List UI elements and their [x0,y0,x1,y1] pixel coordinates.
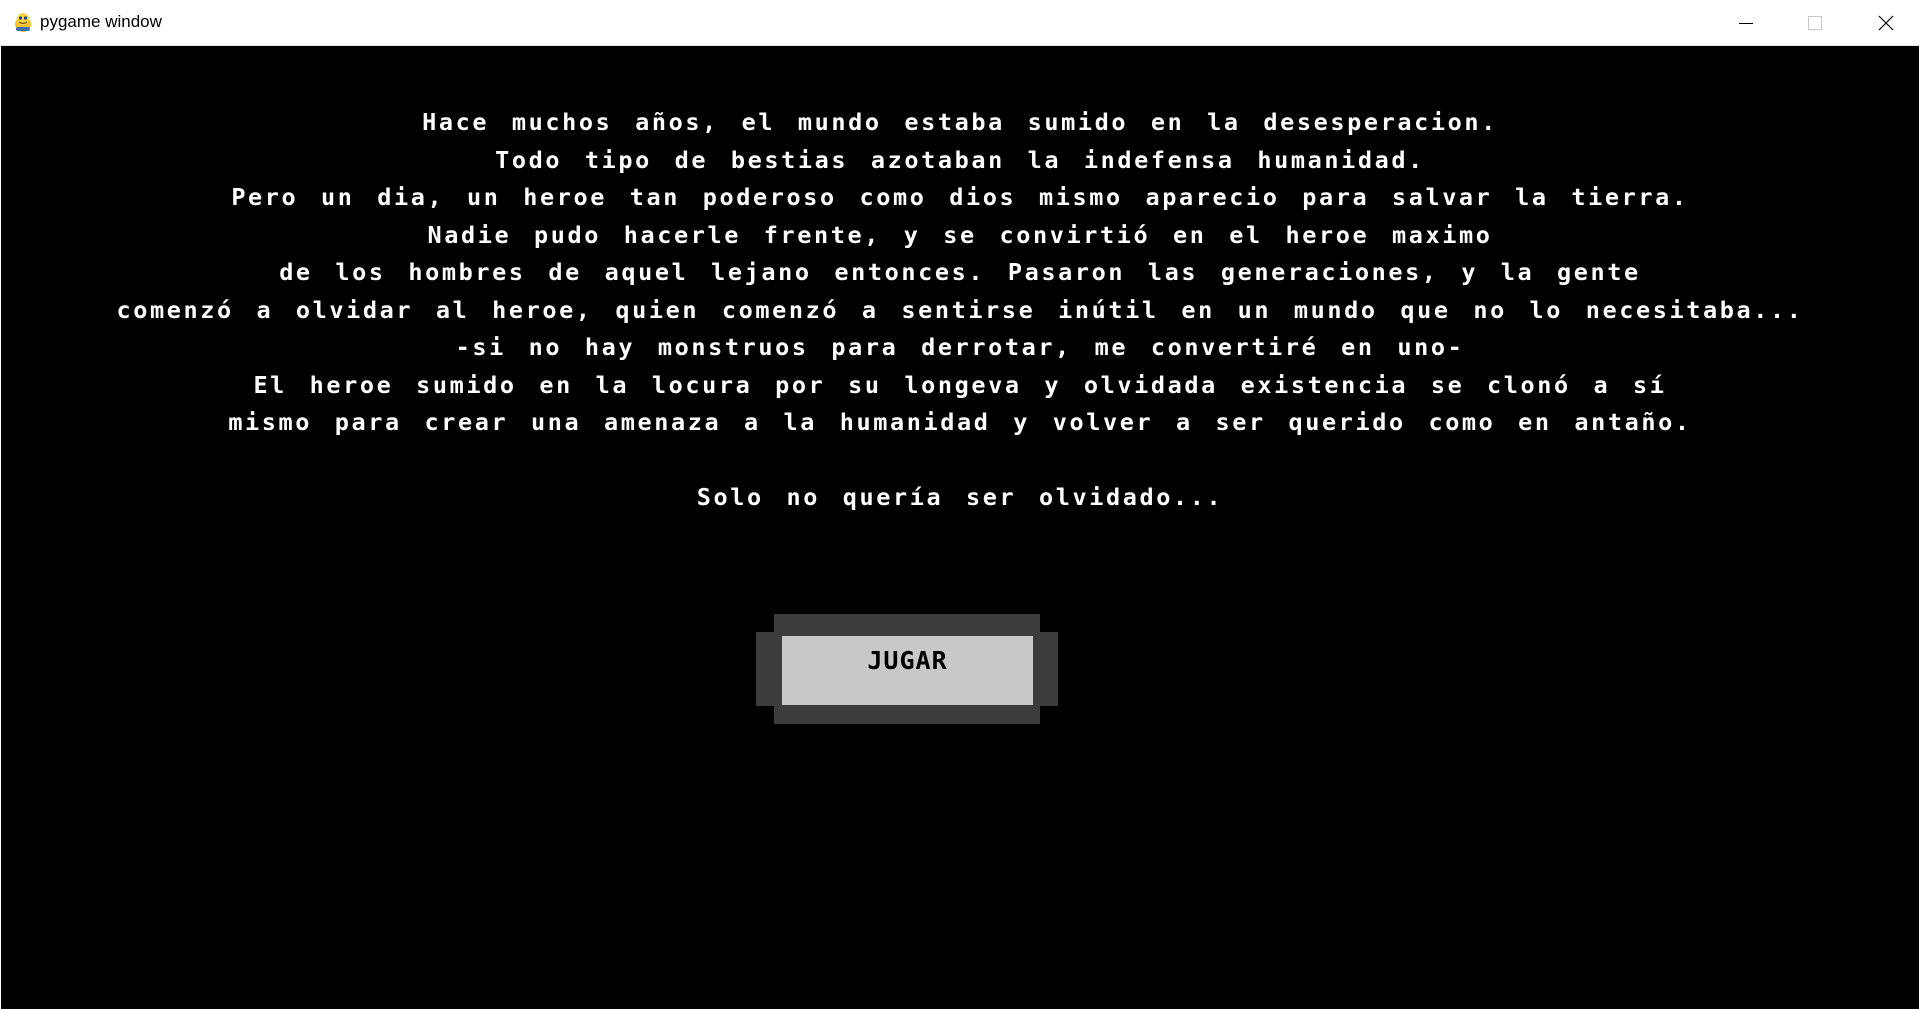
story-line-spacer [1,442,1919,480]
maximize-icon [1807,15,1822,30]
story-intro-text: Hace muchos años, el mundo estaba sumido… [1,104,1919,517]
game-canvas[interactable]: Hace muchos años, el mundo estaba sumido… [1,46,1919,1009]
story-line: comenzó a olvidar al heroe, quien comenz… [116,295,1804,324]
play-button[interactable]: JUGAR [782,636,1033,705]
story-line: Nadie pudo hacerle frente, y se convirti… [427,220,1493,249]
pygame-snake-icon [15,13,31,32]
close-icon [1878,15,1893,30]
story-line: Todo tipo de bestias azotaban la indefen… [495,145,1425,174]
story-line: Pero un dia, un heroe tan poderoso como … [231,183,1689,211]
story-line: El heroe sumido en la locura por su long… [253,370,1667,399]
story-line: de los hombres de aquel lejano entonces.… [279,258,1641,286]
story-line: mismo para crear una amenaza a la humani… [228,408,1692,436]
story-line: -si no hay monstruos para derrotar, me c… [455,333,1465,361]
story-closing-line: Solo no quería ser olvidado... [696,483,1224,511]
close-button[interactable] [1851,0,1920,45]
story-line: Hace muchos años, el mundo estaba sumido… [422,108,1498,136]
minimize-button[interactable] [1711,0,1780,45]
title-bar[interactable]: pygame window [0,0,1920,46]
window-title: pygame window [40,12,162,31]
minimize-icon [1738,22,1753,24]
pygame-window: pygame window Hace muchos años, el mundo… [0,0,1920,1009]
maximize-button[interactable] [1780,0,1849,45]
